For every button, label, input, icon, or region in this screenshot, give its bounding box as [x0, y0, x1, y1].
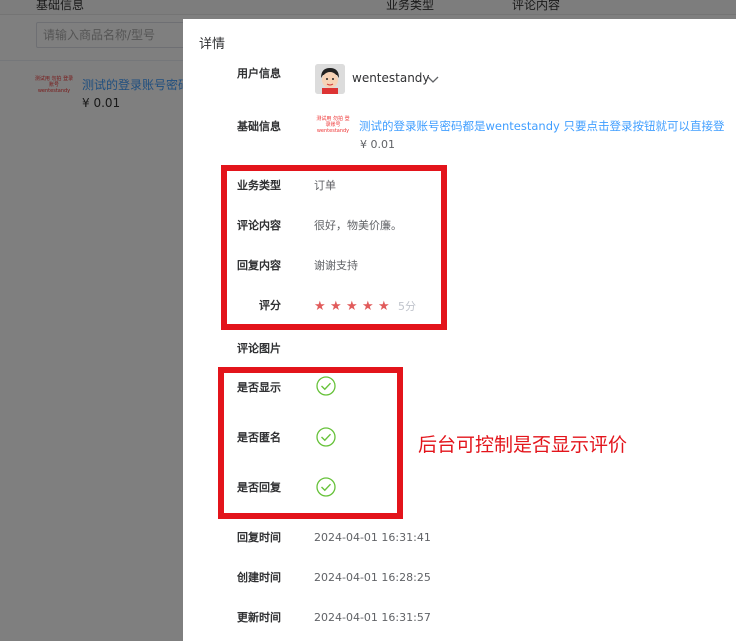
chevron-down-icon[interactable] [427, 74, 439, 87]
avatar [315, 64, 345, 94]
product-title-link[interactable]: 测试的登录账号密码都是wentestandy 只要点击登录按钮就可以直接登 [359, 118, 724, 134]
value-create-time: 2024-04-01 16:28:25 [314, 571, 431, 584]
highlight-box-comment-details [221, 165, 447, 330]
product-price: ¥ 0.01 [360, 138, 395, 151]
detail-drawer: 详情 用户信息 wentestandy 基础信息 测试用 勿拍 登录账号 wen… [183, 19, 736, 641]
value-reply-time: 2024-04-01 16:31:41 [314, 531, 431, 544]
product-thumbnail: 测试用 勿拍 登录账号 wentestandy [316, 116, 350, 134]
annotation-text: 后台可控制是否显示评价 [418, 434, 628, 456]
label-update-time: 更新时间 [237, 611, 281, 624]
highlight-box-toggles [218, 367, 403, 519]
label-reply-time: 回复时间 [237, 531, 281, 544]
label-user-info: 用户信息 [237, 67, 281, 80]
label-basic-info: 基础信息 [237, 120, 281, 133]
label-create-time: 创建时间 [237, 571, 281, 584]
drawer-title: 详情 [199, 37, 226, 52]
label-comment-images: 评论图片 [237, 342, 281, 355]
username[interactable]: wentestandy [352, 71, 430, 85]
value-update-time: 2024-04-01 16:31:57 [314, 611, 431, 624]
